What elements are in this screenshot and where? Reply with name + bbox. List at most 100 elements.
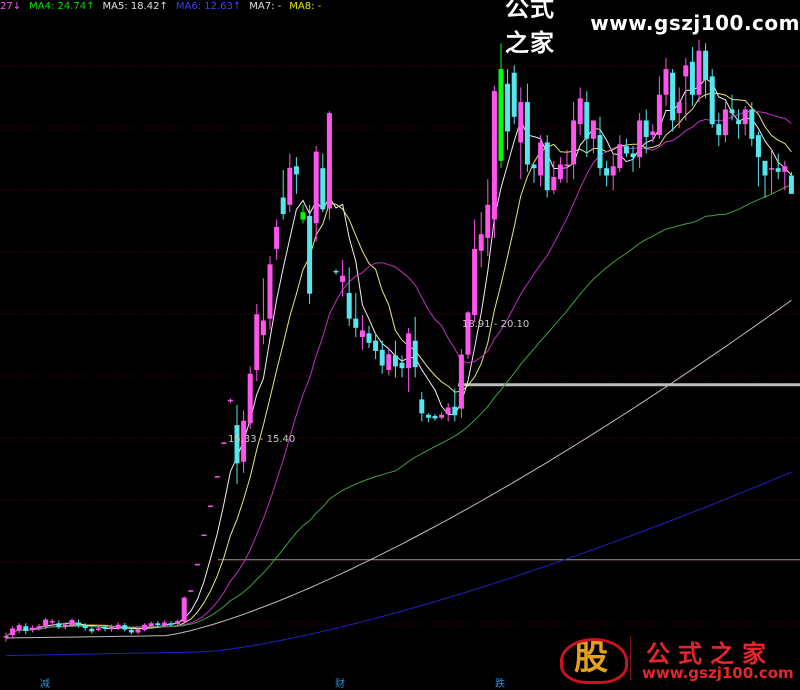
kline-chart [0, 39, 800, 657]
candle-body [260, 320, 266, 336]
candle-body [676, 102, 682, 114]
candle-body [485, 204, 491, 238]
candle-body [109, 626, 115, 630]
candle-body [571, 120, 577, 165]
candle-body [102, 626, 108, 629]
candle-body [62, 624, 68, 627]
watermark-divider [630, 636, 631, 680]
candle-body [201, 534, 207, 536]
candle-body [89, 628, 95, 632]
candle-body [524, 102, 530, 165]
candle-body [23, 626, 29, 632]
candle-body [49, 621, 55, 623]
candle-body [115, 624, 121, 629]
candle-body [696, 50, 702, 95]
ma10-line [5, 92, 792, 637]
candle-body [590, 120, 596, 139]
candle-body [498, 69, 504, 161]
candle-body [709, 76, 715, 125]
candle-body [755, 135, 761, 158]
watermark-seal-logo: 股 [560, 634, 628, 684]
candle-body [16, 625, 22, 631]
candle-body [617, 144, 623, 169]
candle-body [551, 176, 557, 191]
candle-body [373, 340, 379, 351]
candle-body [122, 625, 128, 630]
candle-body [432, 415, 438, 419]
candle-body [135, 629, 141, 633]
candle-body [340, 275, 346, 282]
candle-body [452, 406, 458, 416]
candle-body [557, 164, 563, 180]
ma-legend-item: MA4: 24.74↑ [29, 1, 95, 12]
candle-body [736, 120, 742, 125]
candle-body [333, 270, 339, 273]
candle-body [307, 215, 313, 294]
candle-body [531, 164, 537, 169]
candle-body [69, 619, 75, 626]
candle-body [729, 109, 735, 114]
watermark-bottom: 股 公式之家 www.gszj100.com [560, 632, 800, 688]
ma-legend-item: MA7: - [249, 1, 282, 12]
candle-body [254, 314, 260, 371]
candle-body [175, 621, 181, 625]
candle-body [386, 354, 392, 371]
candle-body [320, 168, 326, 210]
candle-body [518, 102, 524, 143]
range-label-high: 18.91 - 20.10 [462, 319, 530, 330]
candle-body [36, 626, 42, 629]
range-label-low: 15.33 - 15.40 [228, 434, 296, 445]
candle-body [274, 226, 280, 249]
candle-body [280, 197, 286, 215]
candle-body [56, 623, 62, 627]
candle-body [670, 72, 676, 121]
candle-body [293, 166, 299, 175]
candle-body [399, 362, 405, 369]
candle-body [155, 623, 161, 626]
candle-body [637, 120, 643, 158]
candle-body [353, 318, 359, 328]
candle-body [650, 131, 656, 136]
candle-body [610, 166, 616, 176]
candle-body [511, 72, 517, 117]
candle-body [577, 98, 583, 125]
candle-body [716, 124, 722, 136]
candle-body [247, 373, 253, 424]
candle-body [392, 355, 398, 367]
watermark-top-cn: 公式之家 [505, 0, 555, 57]
candle-body [538, 142, 544, 176]
candle-body [82, 625, 88, 629]
candle-body [359, 330, 365, 337]
watermark-bottom-url: www.gszj100.com [642, 664, 794, 682]
candle-body [221, 442, 227, 444]
candle-body [478, 234, 484, 251]
candle-body [287, 167, 293, 205]
candle-body [43, 619, 49, 627]
watermark-top-url: www.gszj100.com [590, 11, 800, 35]
candle-body [445, 407, 451, 415]
candle-body [656, 94, 662, 136]
candle-body [782, 166, 788, 172]
candle-body [769, 168, 775, 170]
ma-legend: 27↓ MA4: 24.74↑ MA5: 18.42↑ MA6: 12.63↑ … [0, 0, 321, 14]
candle-body [10, 628, 16, 636]
candle-body [775, 168, 781, 172]
candle-body [208, 505, 214, 507]
candle-body [505, 83, 511, 132]
candle-body [300, 212, 306, 220]
candle-body [188, 590, 194, 592]
candle-body [313, 151, 319, 224]
candle-body [366, 333, 372, 343]
candle-body [742, 109, 748, 125]
candle-body [643, 120, 649, 137]
candle-body [683, 65, 689, 77]
candle-body [161, 622, 167, 626]
candle-body [703, 50, 709, 81]
candle-body [379, 349, 385, 366]
candle-body [181, 597, 187, 622]
ma-legend-item: 27↓ [0, 1, 22, 12]
candle-body [544, 142, 550, 191]
candle-body [128, 629, 134, 633]
candle-body [604, 168, 610, 176]
candle-body [412, 340, 418, 368]
